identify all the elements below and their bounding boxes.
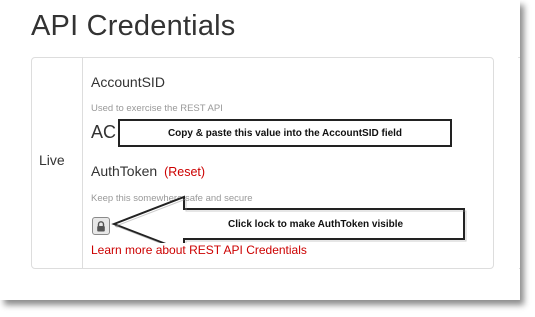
auth-token-label: AuthToken [91, 163, 158, 179]
lock-callout-text: Click lock to make AuthToken visible [228, 219, 404, 230]
environment-column: Live [32, 58, 83, 268]
environment-label: Live [39, 152, 65, 168]
account-sid-help: Used to exercise the REST API [91, 103, 223, 114]
sid-callout: Copy & paste this value into the Account… [118, 119, 452, 147]
account-sid-value[interactable]: AC [91, 122, 116, 143]
account-sid-label: AccountSID [91, 74, 165, 90]
page-title: API Credentials [31, 10, 236, 42]
lock-icon [97, 220, 105, 231]
reset-token-link[interactable]: (Reset) [164, 165, 205, 179]
auth-token-label-row: AuthToken (Reset) [91, 163, 205, 179]
learn-more-link[interactable]: Learn more about REST API Credentials [91, 243, 307, 257]
adjacent-panel-edge [512, 57, 520, 269]
screenshot-frame: API Credentials Live AccountSID Used to … [0, 0, 520, 300]
